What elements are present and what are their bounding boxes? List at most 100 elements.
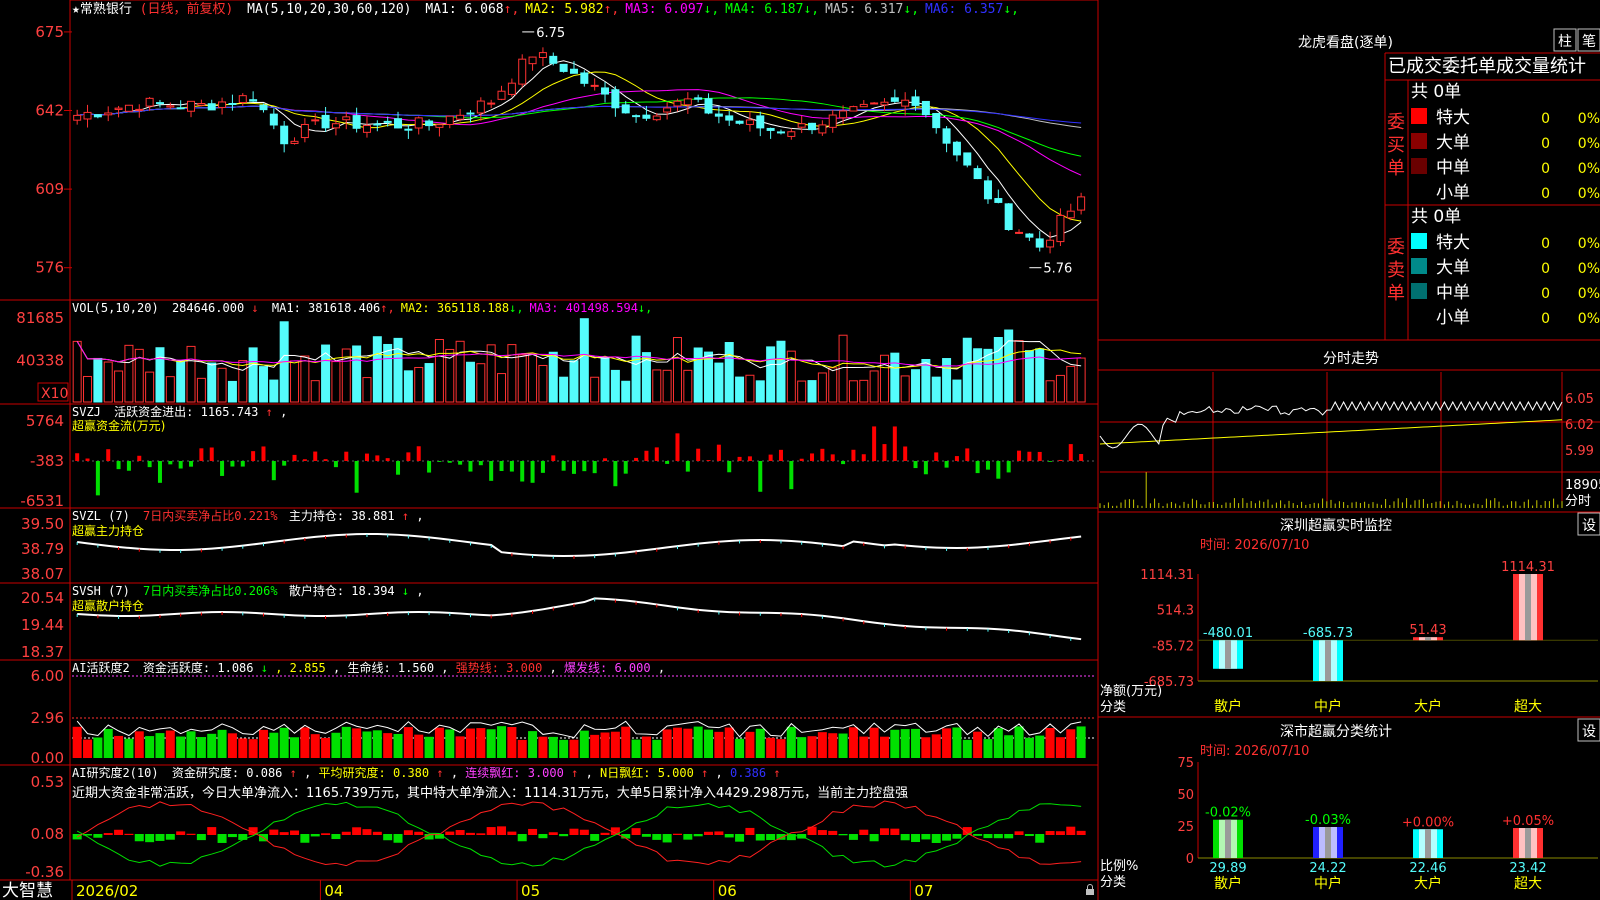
candle-body[interactable] [114, 107, 123, 110]
candle-body[interactable] [135, 108, 144, 111]
candle-body[interactable] [187, 100, 196, 112]
main-holding-plot[interactable] [76, 533, 1082, 559]
candle-body[interactable] [218, 101, 227, 108]
candle-body[interactable] [342, 116, 351, 121]
ai-active-plot[interactable] [72, 675, 1096, 758]
candle-body[interactable] [311, 119, 320, 122]
candle-body[interactable] [611, 89, 620, 109]
candle-body[interactable] [756, 115, 765, 129]
candle-body[interactable] [776, 131, 785, 134]
candlestick-plot[interactable]: 6.75 5.76 [73, 26, 1086, 277]
candle-body[interactable] [601, 87, 610, 95]
candle-body[interactable] [321, 114, 330, 129]
candle-body[interactable] [414, 117, 423, 129]
candle-body[interactable] [766, 127, 775, 131]
candle-body[interactable] [476, 100, 485, 114]
volume-plot[interactable] [72, 318, 1086, 403]
candle-body[interactable] [745, 119, 754, 125]
candle-body[interactable] [93, 114, 102, 118]
candle-body[interactable] [238, 95, 247, 103]
candle-body[interactable] [300, 123, 309, 139]
candle-body[interactable] [373, 123, 382, 126]
candle-body[interactable] [694, 97, 703, 100]
candle-body[interactable] [859, 103, 868, 108]
candle-body[interactable] [83, 111, 92, 120]
candle-body[interactable] [973, 168, 982, 180]
candle-body[interactable] [735, 120, 744, 124]
candle-body[interactable] [787, 131, 796, 137]
monitor-settings-button[interactable]: 设 [1577, 512, 1600, 536]
candle-body[interactable] [921, 100, 930, 116]
candle-body[interactable] [1046, 239, 1055, 248]
candle-body[interactable] [569, 68, 578, 74]
tab-tick-view[interactable]: 笔 [1577, 28, 1600, 52]
candle-body[interactable] [73, 114, 82, 121]
candle-body[interactable] [394, 118, 403, 129]
net-flow-chart[interactable]: 1114.31514.3-85.72-685.73-480.01散户-685.7… [1100, 560, 1598, 715]
candle-body[interactable] [559, 63, 568, 72]
candle-body[interactable] [1025, 233, 1034, 238]
candle-body[interactable] [549, 55, 558, 64]
candle-body[interactable] [714, 113, 723, 117]
candle-body[interactable] [952, 141, 961, 156]
candle-body[interactable] [404, 128, 413, 131]
candle-body[interactable] [580, 72, 589, 84]
candle-body[interactable] [497, 90, 506, 100]
candle-body[interactable] [590, 84, 599, 87]
candle-body[interactable] [673, 100, 682, 107]
candle-body[interactable] [818, 124, 827, 134]
candle-body[interactable] [425, 120, 434, 127]
candle-body[interactable] [466, 112, 475, 115]
candle-body[interactable] [663, 107, 672, 113]
ai-research-plot[interactable] [72, 800, 1086, 868]
candle-body[interactable] [683, 98, 692, 106]
candle-body[interactable] [839, 110, 848, 119]
candle-body[interactable] [228, 103, 237, 106]
kline-area[interactable]: ★常熟银行 (日线，前复权) MA(5,10,20,30,60,120) MA1… [0, 0, 1099, 900]
candle-body[interactable] [642, 114, 651, 119]
candle-body[interactable] [352, 115, 361, 129]
candle-body[interactable] [104, 112, 113, 116]
candle-body[interactable] [435, 124, 444, 128]
tab-bar-view[interactable]: 柱 [1553, 28, 1577, 52]
candle-body[interactable] [632, 115, 641, 118]
candle-body[interactable] [145, 97, 154, 107]
candle-body[interactable] [445, 115, 454, 126]
candle-body[interactable] [704, 98, 713, 114]
candle-body[interactable] [932, 113, 941, 129]
intraday-chart[interactable]: 6.05 6.02 5.99 18905分时 [1099, 372, 1600, 509]
candle-body[interactable] [808, 122, 817, 131]
candle-body[interactable] [621, 104, 630, 114]
candle-body[interactable] [362, 124, 371, 133]
candle-body[interactable] [1004, 203, 1013, 230]
candle-body[interactable] [197, 102, 206, 106]
capital-flow-plot[interactable] [72, 426, 1096, 496]
stats-settings-button[interactable]: 设 [1577, 718, 1600, 742]
intraday-title[interactable]: 分时走势 [1323, 351, 1379, 367]
candle-body[interactable] [983, 180, 992, 200]
candle-body[interactable] [538, 52, 547, 58]
candle-body[interactable] [911, 96, 920, 106]
candle-body[interactable] [942, 128, 951, 144]
candle-body[interactable] [725, 115, 734, 121]
candle-body[interactable] [528, 56, 537, 65]
candle-body[interactable] [456, 114, 465, 120]
candle-body[interactable] [166, 105, 175, 108]
candle-body[interactable] [383, 120, 392, 123]
candle-body[interactable] [828, 114, 837, 128]
candle-body[interactable] [1015, 231, 1024, 234]
candle-body[interactable] [487, 102, 496, 105]
candle-body[interactable] [507, 82, 516, 95]
candle-body[interactable] [1077, 196, 1086, 211]
candle-body[interactable] [518, 58, 527, 85]
candle-body[interactable] [290, 140, 299, 144]
candle-body[interactable] [652, 115, 661, 121]
candle-body[interactable] [963, 152, 972, 166]
candle-body[interactable] [890, 97, 899, 102]
lock-icon[interactable] [1086, 884, 1094, 895]
candle-body[interactable] [994, 198, 1003, 203]
candle-body[interactable] [249, 99, 258, 102]
candle-body[interactable] [155, 102, 164, 105]
candle-body[interactable] [331, 123, 340, 129]
candle-body[interactable] [1035, 238, 1044, 248]
